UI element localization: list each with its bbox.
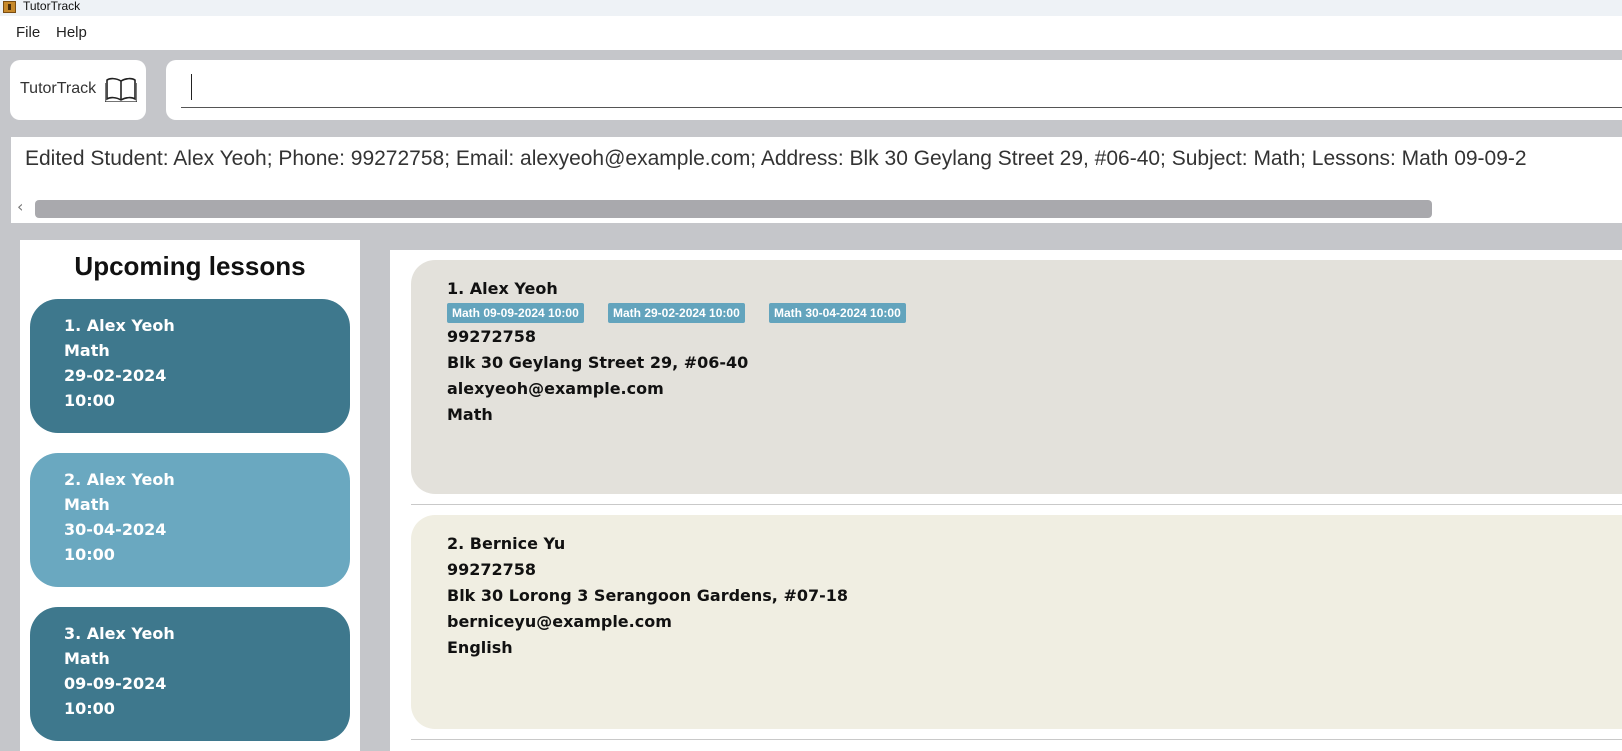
menu-file[interactable]: File xyxy=(16,24,40,41)
menu-help[interactable]: Help xyxy=(56,24,87,41)
lesson-tag: Math 30-04-2024 10:00 xyxy=(769,303,906,323)
result-display: Edited Student: Alex Yeoh; Phone: 992727… xyxy=(11,137,1622,223)
lesson-card[interactable]: 2. Alex Yeoh Math 30-04-2024 10:00 xyxy=(30,453,350,587)
student-list[interactable]: 1. Alex Yeoh Math 09-09-2024 10:00 Math … xyxy=(390,250,1622,751)
student-card[interactable]: 1. Alex Yeoh Math 09-09-2024 10:00 Math … xyxy=(411,260,1622,494)
book-icon xyxy=(104,76,138,106)
logo-box: TutorTrack xyxy=(10,60,146,120)
lesson-time: 10:00 xyxy=(64,391,115,410)
student-address: Blk 30 Geylang Street 29, #06-40 xyxy=(447,353,749,372)
upcoming-lessons-panel: Upcoming lessons 1. Alex Yeoh Math 29-02… xyxy=(20,240,360,751)
student-address: Blk 30 Lorong 3 Serangoon Gardens, #07-1… xyxy=(447,586,849,605)
command-input[interactable] xyxy=(181,72,1622,108)
lesson-student-name: 2. Alex Yeoh xyxy=(64,470,175,489)
lesson-time: 10:00 xyxy=(64,699,115,718)
menu-bar: File Help xyxy=(0,16,1622,50)
command-box xyxy=(166,60,1622,120)
student-email: berniceyu@example.com xyxy=(447,612,672,631)
lesson-tag: Math 09-09-2024 10:00 xyxy=(447,303,584,323)
scroll-left-icon[interactable]: ‹ xyxy=(17,199,31,215)
student-card[interactable]: 2. Bernice Yu 99272758 Blk 30 Lorong 3 S… xyxy=(411,515,1622,729)
text-caret xyxy=(191,74,192,100)
lesson-subject: Math xyxy=(64,495,110,514)
student-phone: 99272758 xyxy=(447,560,537,579)
student-phone: 99272758 xyxy=(447,327,537,346)
result-text: Edited Student: Alex Yeoh; Phone: 992727… xyxy=(25,147,1527,170)
lesson-time: 10:00 xyxy=(64,545,115,564)
lesson-date: 29-02-2024 xyxy=(64,366,167,385)
lesson-date: 30-04-2024 xyxy=(64,520,167,539)
upcoming-lessons-title: Upcoming lessons xyxy=(74,251,306,281)
window-title: TutorTrack xyxy=(23,0,81,13)
student-name: 1. Alex Yeoh xyxy=(447,279,558,298)
student-name: 2. Bernice Yu xyxy=(447,534,566,553)
lesson-card[interactable]: 3. Alex Yeoh Math 09-09-2024 10:00 xyxy=(30,607,350,741)
row-divider xyxy=(411,504,1622,505)
student-subject: Math xyxy=(447,405,493,424)
app-icon xyxy=(3,1,16,13)
lesson-tag: Math 29-02-2024 10:00 xyxy=(608,303,745,323)
logo-text: TutorTrack xyxy=(20,80,97,97)
row-divider xyxy=(411,739,1622,740)
horizontal-scrollbar-thumb[interactable] xyxy=(35,200,1432,218)
lesson-subject: Math xyxy=(64,341,110,360)
window-titlebar: TutorTrack xyxy=(0,0,1622,16)
lesson-student-name: 3. Alex Yeoh xyxy=(64,624,175,643)
lesson-date: 09-09-2024 xyxy=(64,674,167,693)
lesson-student-name: 1. Alex Yeoh xyxy=(64,316,175,335)
student-email: alexyeoh@example.com xyxy=(447,379,664,398)
lesson-subject: Math xyxy=(64,649,110,668)
lesson-card[interactable]: 1. Alex Yeoh Math 29-02-2024 10:00 xyxy=(30,299,350,433)
student-subject: English xyxy=(447,638,513,657)
